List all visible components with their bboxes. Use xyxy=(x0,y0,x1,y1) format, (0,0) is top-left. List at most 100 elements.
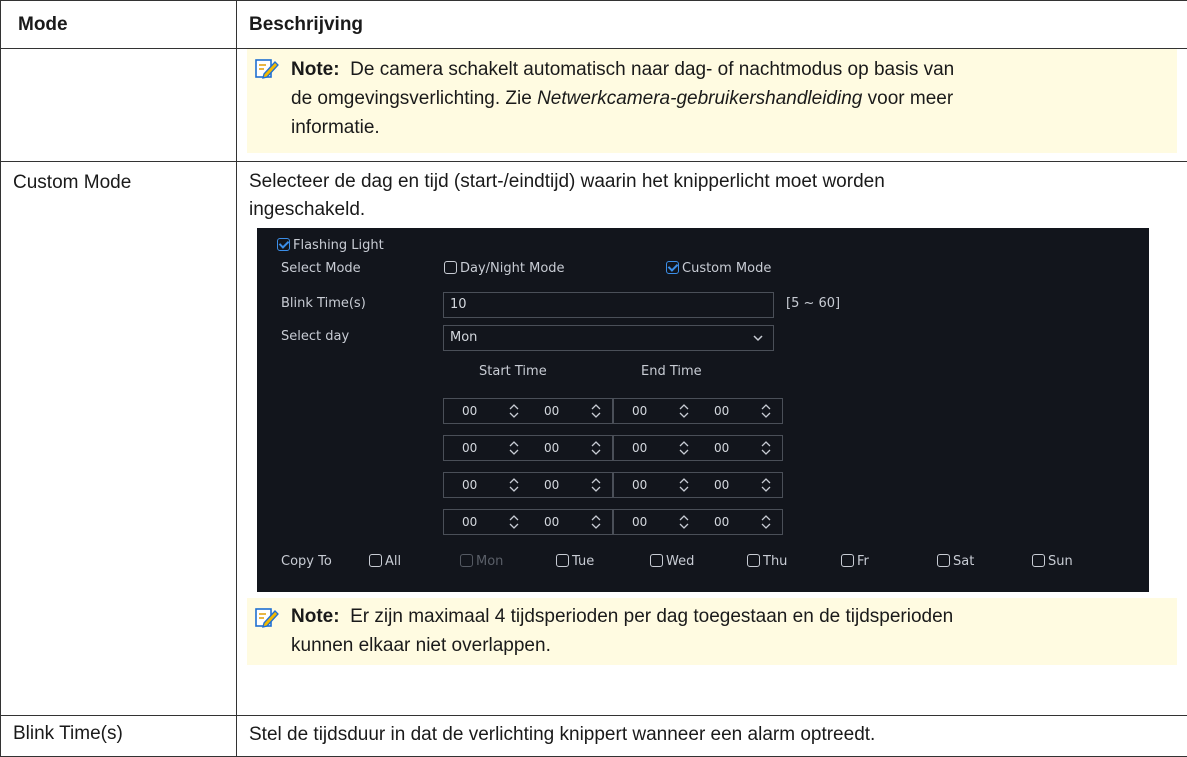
spinner-icon[interactable] xyxy=(508,439,520,457)
copy-day-fr[interactable]: Fr xyxy=(841,554,869,569)
checkbox-icon[interactable] xyxy=(556,554,569,567)
copy-day-tue[interactable]: Tue xyxy=(556,554,594,569)
minute-value[interactable]: 00 xyxy=(714,515,729,529)
description-cell: Note: De camera schakelt automatisch naa… xyxy=(237,49,1187,162)
minute-value[interactable]: 00 xyxy=(544,404,559,418)
mode-cell: Custom Mode xyxy=(1,162,237,716)
end-time-input[interactable]: 00 00 xyxy=(613,398,783,424)
table-row: Custom Mode Selecteer de dag en tijd (st… xyxy=(1,162,1187,716)
select-day-dropdown[interactable]: Mon xyxy=(443,325,774,351)
day-label: All xyxy=(385,554,401,569)
note-text: De camera schakelt automatisch naar dag-… xyxy=(350,59,954,80)
note-line-1: Note: De camera schakelt automatisch naa… xyxy=(291,55,1165,84)
hour-value[interactable]: 00 xyxy=(462,441,477,455)
checkbox-icon[interactable] xyxy=(444,261,457,274)
copy-day-thu[interactable]: Thu xyxy=(747,554,787,569)
end-time-input[interactable]: 00 00 xyxy=(613,472,783,498)
hour-value[interactable]: 00 xyxy=(462,478,477,492)
flashing-light-row: Flashing Light xyxy=(277,238,384,253)
description-table: Mode Beschrijving Note: De camera schake… xyxy=(0,0,1187,757)
spinner-icon[interactable] xyxy=(508,476,520,494)
day-label: Fr xyxy=(857,554,869,569)
custom-mode-option[interactable]: Custom Mode xyxy=(666,261,771,276)
end-time-input[interactable]: 00 00 xyxy=(613,435,783,461)
minute-value[interactable]: 00 xyxy=(544,441,559,455)
header-description: Beschrijving xyxy=(237,1,1187,49)
mode-cell-empty xyxy=(1,49,237,162)
hour-value[interactable]: 00 xyxy=(632,404,647,418)
hour-value[interactable]: 00 xyxy=(632,441,647,455)
spinner-icon[interactable] xyxy=(760,439,772,457)
flashing-light-label: Flashing Light xyxy=(293,238,384,253)
description-line: ingeschakeld. xyxy=(249,196,1175,224)
description-text: Selecteer de dag en tijd (start-/eindtij… xyxy=(237,162,1187,224)
checkbox-icon[interactable] xyxy=(1032,554,1045,567)
spinner-icon[interactable] xyxy=(678,402,690,420)
start-time-input[interactable]: 00 00 xyxy=(443,472,613,498)
minute-value[interactable]: 00 xyxy=(544,515,559,529)
checkbox-icon xyxy=(460,554,473,567)
spinner-icon[interactable] xyxy=(590,439,602,457)
copy-day-all[interactable]: All xyxy=(369,554,401,569)
hour-value[interactable]: 00 xyxy=(462,404,477,418)
day-night-mode-option[interactable]: Day/Night Mode xyxy=(444,261,565,276)
copy-to-label: Copy To xyxy=(281,554,332,569)
start-time-input[interactable]: 00 00 xyxy=(443,398,613,424)
spinner-icon[interactable] xyxy=(760,402,772,420)
copy-day-sat[interactable]: Sat xyxy=(937,554,974,569)
spinner-icon[interactable] xyxy=(590,476,602,494)
note-line-2: kunnen elkaar niet overlappen. xyxy=(291,631,1165,660)
spinner-icon[interactable] xyxy=(508,513,520,531)
manual-reference: Netwerkcamera-gebruikershandleiding xyxy=(537,88,862,109)
checkbox-icon[interactable] xyxy=(369,554,382,567)
note-box: Note: De camera schakelt automatisch naa… xyxy=(247,49,1177,153)
table-row: Note: De camera schakelt automatisch naa… xyxy=(1,49,1187,162)
option-label: Custom Mode xyxy=(682,261,771,276)
minute-value[interactable]: 00 xyxy=(714,404,729,418)
start-time-input[interactable]: 00 00 xyxy=(443,435,613,461)
table-row: Blink Time(s) Stel de tijdsduur in dat d… xyxy=(1,716,1187,757)
flashing-light-checkbox[interactable] xyxy=(277,238,290,251)
note-text: Er zijn maximaal 4 tijdsperioden per dag… xyxy=(350,606,953,627)
mode-name: Custom Mode xyxy=(1,162,236,204)
checkbox-icon[interactable] xyxy=(937,554,950,567)
spinner-icon[interactable] xyxy=(590,402,602,420)
mode-name: Blink Time(s) xyxy=(1,716,236,755)
select-day-label: Select day xyxy=(281,329,349,344)
checkbox-icon[interactable] xyxy=(650,554,663,567)
hour-value[interactable]: 00 xyxy=(632,515,647,529)
option-label: Day/Night Mode xyxy=(460,261,565,276)
spinner-icon[interactable] xyxy=(760,513,772,531)
start-time-input[interactable]: 00 00 xyxy=(443,509,613,535)
hour-value[interactable]: 00 xyxy=(632,478,647,492)
spinner-icon[interactable] xyxy=(678,476,690,494)
copy-day-sun[interactable]: Sun xyxy=(1032,554,1073,569)
note-line-3: informatie. xyxy=(291,113,1165,142)
select-mode-label: Select Mode xyxy=(281,261,361,276)
minute-value[interactable]: 00 xyxy=(714,478,729,492)
checkbox-icon[interactable] xyxy=(747,554,760,567)
copy-day-wed[interactable]: Wed xyxy=(650,554,694,569)
day-label: Sat xyxy=(953,554,974,569)
spinner-icon[interactable] xyxy=(508,402,520,420)
checkbox-icon[interactable] xyxy=(841,554,854,567)
hour-value[interactable]: 00 xyxy=(462,515,477,529)
spinner-icon[interactable] xyxy=(590,513,602,531)
mode-cell: Blink Time(s) xyxy=(1,716,237,757)
blink-time-input[interactable]: 10 xyxy=(443,292,774,318)
note-pencil-icon xyxy=(255,606,279,628)
spinner-icon[interactable] xyxy=(678,513,690,531)
checkbox-icon[interactable] xyxy=(666,261,679,274)
spinner-icon[interactable] xyxy=(678,439,690,457)
end-time-label: End Time xyxy=(641,364,702,379)
day-label: Sun xyxy=(1048,554,1073,569)
note-line-1: Note: Er zijn maximaal 4 tijdsperioden p… xyxy=(291,602,1165,631)
day-label: Wed xyxy=(666,554,694,569)
note-text: de omgevingsverlichting. Zie xyxy=(291,88,537,109)
start-time-label: Start Time xyxy=(479,364,547,379)
day-label: Mon xyxy=(476,554,503,569)
spinner-icon[interactable] xyxy=(760,476,772,494)
minute-value[interactable]: 00 xyxy=(544,478,559,492)
minute-value[interactable]: 00 xyxy=(714,441,729,455)
end-time-input[interactable]: 00 00 xyxy=(613,509,783,535)
